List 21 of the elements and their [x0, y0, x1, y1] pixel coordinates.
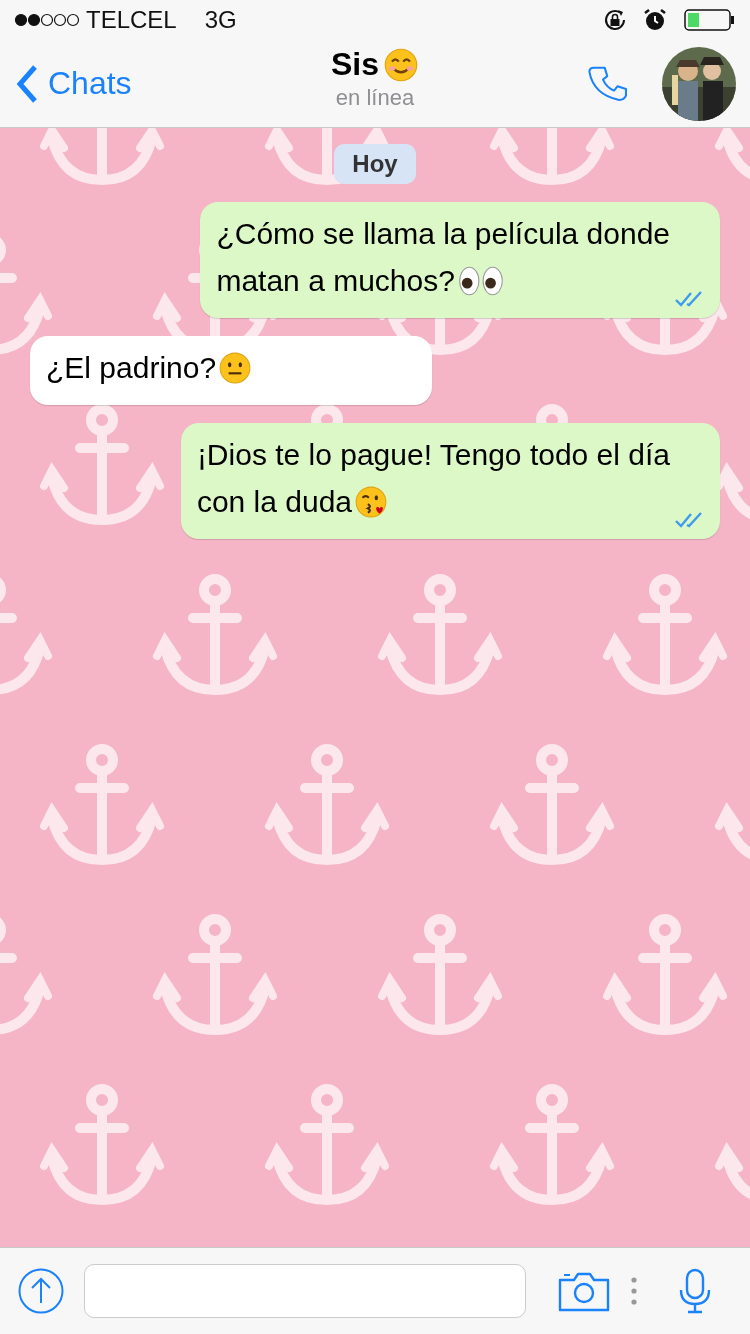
carrier-name: TELCEL [86, 6, 177, 34]
message-text: con la duda [196, 484, 352, 520]
smiling-face-icon [383, 46, 419, 83]
rotation-lock-icon [602, 7, 628, 33]
battery-icon [684, 9, 736, 31]
date-badge: Hoy [334, 144, 416, 184]
contact-name[interactable]: Sis [331, 46, 379, 83]
alarm-clock-icon [642, 7, 668, 33]
kissing-face-icon [354, 484, 388, 519]
message-input[interactable] [84, 1264, 526, 1318]
message-text: ¿El padrino? [46, 350, 217, 386]
message-text: matan a muchos? [216, 263, 455, 299]
more-icon[interactable] [630, 1276, 638, 1306]
upload-icon[interactable] [18, 1268, 64, 1314]
message-text: ¡Dios te lo pague! Tengo todo el día [196, 437, 670, 473]
presence-status: en línea [335, 85, 415, 111]
network-type: 3G [204, 6, 237, 34]
chevron-left-icon[interactable] [16, 63, 38, 104]
neutral-face-icon [218, 350, 253, 385]
message-text: ¿Cómo se llama la película donde [216, 216, 670, 252]
signal-strength-icon [14, 13, 80, 27]
